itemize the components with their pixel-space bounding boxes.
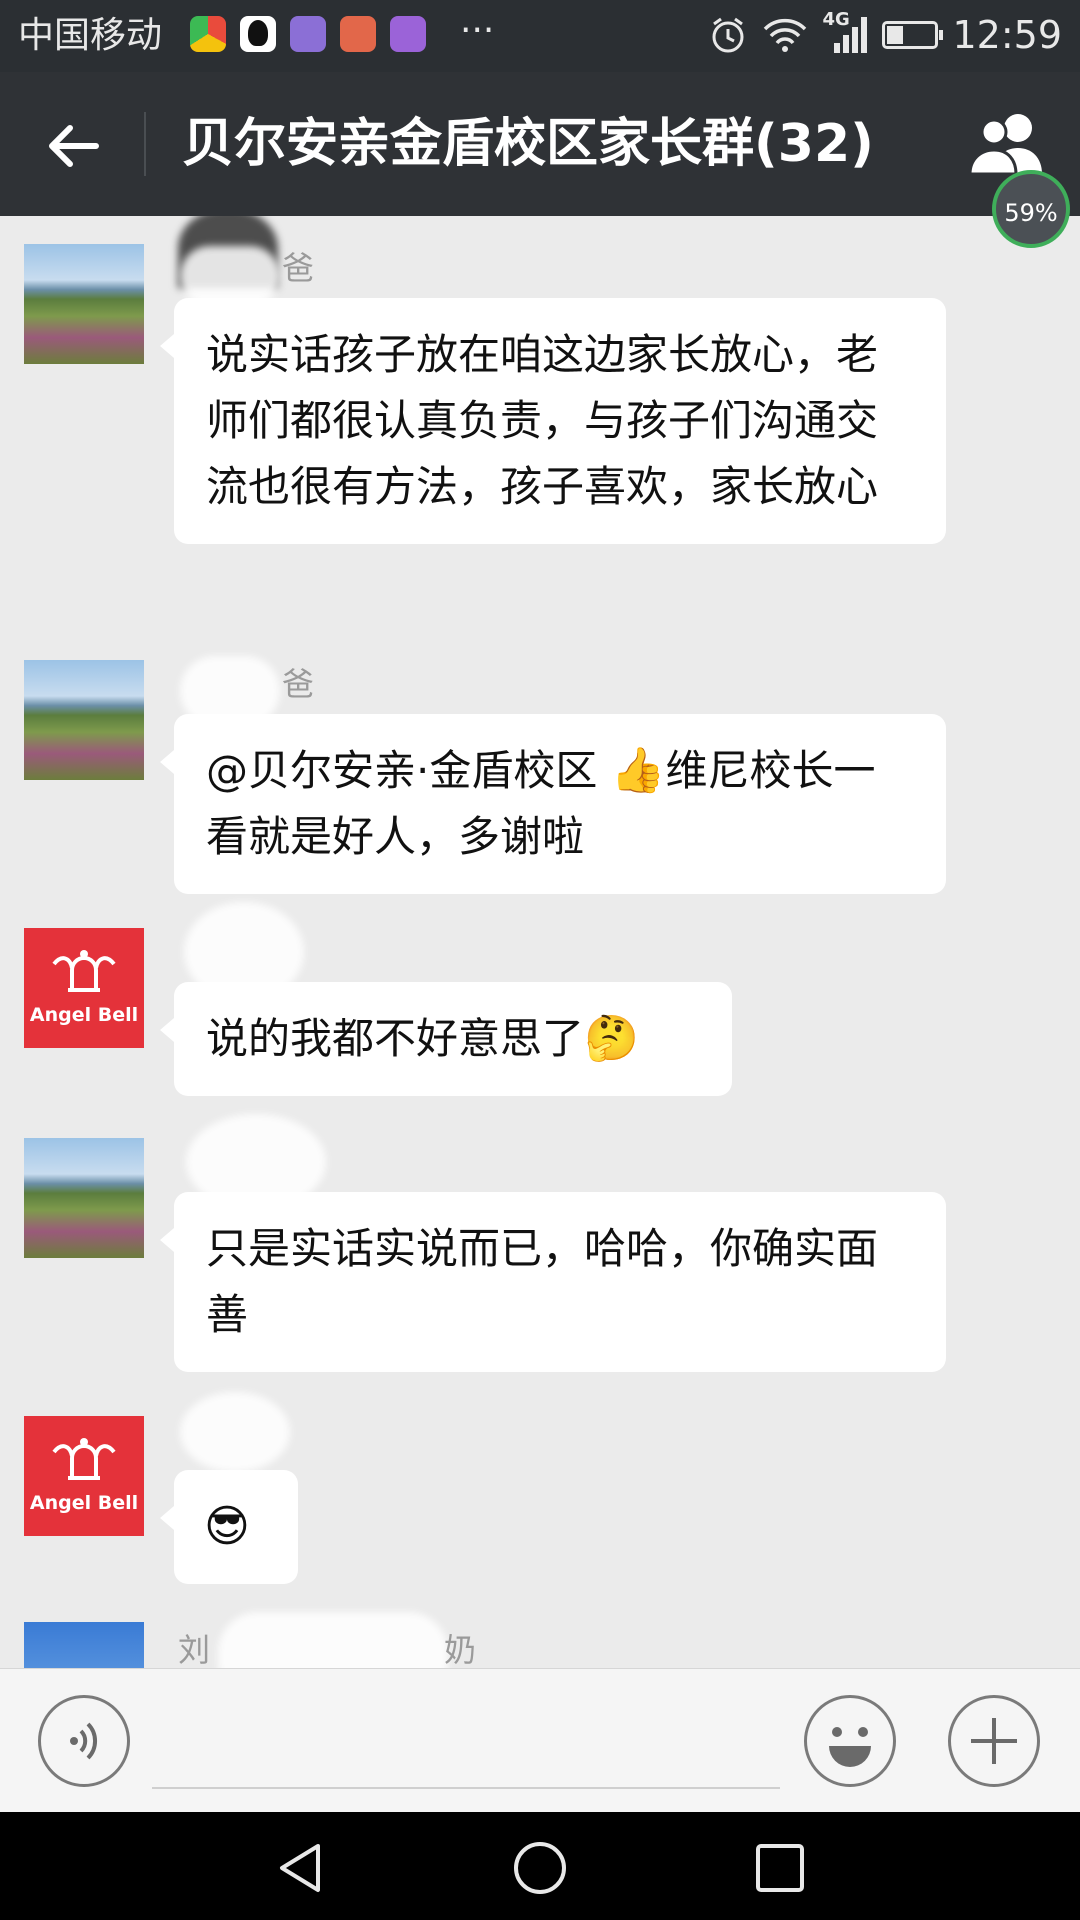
avatar[interactable]	[24, 1138, 144, 1258]
back-arrow-icon[interactable]	[42, 116, 102, 176]
nav-recent-icon[interactable]	[752, 1840, 808, 1896]
message-text: 说实话孩子放在咱这边家长放心，老师们都很认真负责，与孩子们沟通交流也很有方法，孩…	[206, 330, 879, 511]
tool-app-icon	[340, 16, 376, 52]
nav-home-icon[interactable]	[512, 1840, 568, 1896]
message-bubble[interactable]: 只是实话实说而已，哈哈，你确实面善	[160, 1192, 946, 1372]
angel-bell-label: Angel Bell	[29, 1492, 139, 1514]
input-bar	[0, 1668, 1080, 1813]
avatar[interactable]: Angel Bell	[24, 928, 144, 1048]
avatar[interactable]	[24, 244, 144, 364]
avatar[interactable]	[24, 1622, 144, 1668]
qq-app-icon	[240, 16, 276, 52]
group-members-icon[interactable]	[966, 108, 1052, 178]
sender-name: 刘	[178, 1631, 211, 1668]
system-nav-bar	[0, 1812, 1080, 1920]
status-indicators: 4G 12:59	[708, 9, 1062, 60]
message-bubble[interactable]: 说实话孩子放在咱这边家长放心，老师们都很认真负责，与孩子们沟通交流也很有方法，孩…	[160, 298, 946, 544]
emoji-icon[interactable]	[804, 1695, 896, 1787]
clock: 12:59	[952, 13, 1062, 57]
sunglasses-face-icon: 😎	[204, 1501, 250, 1552]
sender-name: 爸	[282, 665, 315, 703]
blurred-name	[180, 246, 280, 306]
angel-bell-logo-icon	[52, 950, 116, 992]
wifi-icon	[764, 18, 807, 52]
status-bar: 中国移动 ··· 4G 12:59	[0, 0, 1080, 72]
sender-name-tail: 奶	[444, 1631, 477, 1668]
message-input[interactable]	[152, 1787, 780, 1789]
message-list[interactable]: 爸 说实话孩子放在咱这边家长放心，老师们都很认真负责，与孩子们沟通交流也很有方法…	[0, 216, 1080, 1668]
notification-icons	[190, 16, 426, 52]
carrier-label: 中国移动	[18, 15, 163, 56]
voice-icon[interactable]	[38, 1695, 130, 1787]
gallery-app-icon	[290, 16, 326, 52]
thumbs-up-icon: 👍	[610, 745, 666, 796]
browser-app-icon	[190, 16, 226, 52]
angel-bell-label: Angel Bell	[29, 1004, 139, 1026]
avatar[interactable]: Angel Bell	[24, 1416, 144, 1536]
chat-title: 贝尔安亲金盾校区家长群(32)	[182, 114, 874, 174]
battery-icon	[882, 21, 944, 49]
message-bubble[interactable]: 😎	[160, 1470, 298, 1584]
chat-header: 贝尔安亲金盾校区家长群(32)	[0, 72, 1080, 216]
keyboard-app-icon	[390, 16, 426, 52]
avatar[interactable]	[24, 660, 144, 780]
message-text: @贝尔安亲·金盾校区	[206, 746, 611, 795]
plus-icon[interactable]	[948, 1695, 1040, 1787]
sender-name: 爸	[282, 249, 315, 287]
message-text: 说的我都不好意思了	[206, 1014, 585, 1063]
more-notifications: ···	[460, 10, 495, 51]
message-text: 只是实话实说而已，哈哈，你确实面善	[206, 1224, 879, 1339]
angel-bell-logo-icon	[52, 1438, 116, 1480]
message-bubble[interactable]: @贝尔安亲·金盾校区 👍维尼校长一看就是好人，多谢啦	[160, 714, 946, 894]
nav-back-icon[interactable]	[272, 1840, 328, 1896]
header-divider	[144, 112, 146, 176]
signal-icon: 4G	[822, 9, 868, 57]
alarm-icon	[712, 17, 744, 53]
blurred-name	[180, 1392, 290, 1472]
blurred-name	[218, 1612, 448, 1668]
message-bubble[interactable]: 说的我都不好意思了🤔	[160, 982, 732, 1096]
thinking-face-icon: 🤔	[584, 1013, 639, 1064]
